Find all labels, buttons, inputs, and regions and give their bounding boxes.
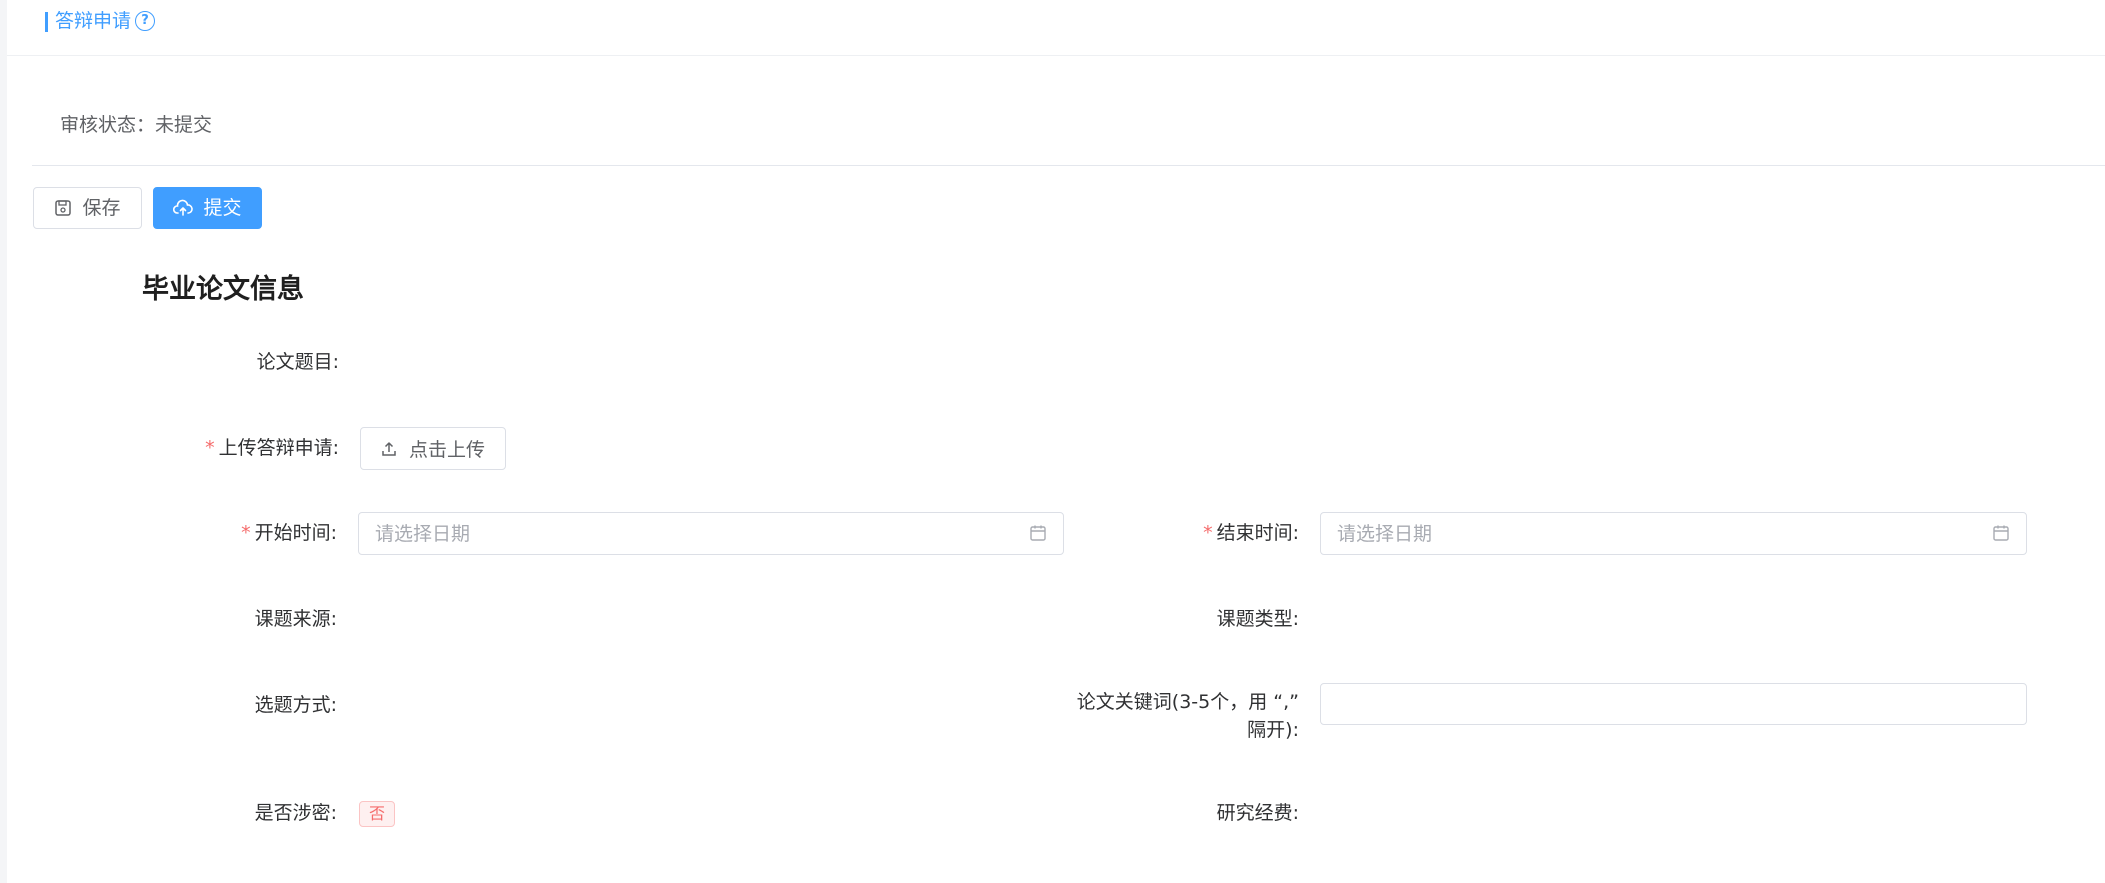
question-circle-icon[interactable]: ? bbox=[135, 11, 155, 31]
keywords-label: 论文关键词(3-5个，用 “,” 隔开): bbox=[1017, 688, 1299, 744]
required-mark: * bbox=[205, 437, 215, 459]
upload-cloud-icon bbox=[173, 199, 194, 216]
save-icon bbox=[55, 200, 72, 216]
keywords-label-line2: 隔开): bbox=[1247, 719, 1299, 741]
upload-icon bbox=[382, 441, 396, 456]
research-funding-label: 研究经费: bbox=[1216, 802, 1299, 824]
submit-button[interactable]: 提交 bbox=[153, 187, 262, 229]
page-header: 答辩申请 ? bbox=[7, 0, 2105, 56]
upload-label-text: 上传答辩申请: bbox=[218, 437, 339, 459]
end-date-placeholder: 请选择日期 bbox=[1337, 523, 1433, 545]
topic-source-label: 课题来源: bbox=[254, 608, 337, 630]
confidential-tag: 否 bbox=[359, 801, 395, 827]
start-time-label-text: 开始时间: bbox=[254, 522, 337, 544]
keywords-label-line1: 论文关键词(3-5个，用 “,” bbox=[1076, 691, 1299, 713]
thesis-title-label: 论文题目: bbox=[256, 351, 339, 373]
topic-type-label: 课题类型: bbox=[1216, 608, 1299, 630]
end-time-label: * 结束时间: bbox=[1157, 520, 1299, 546]
end-time-label-text: 结束时间: bbox=[1216, 522, 1299, 544]
upload-button-label: 点击上传 bbox=[408, 439, 485, 461]
save-button-label: 保存 bbox=[82, 197, 121, 219]
selection-method-label: 选题方式: bbox=[254, 694, 337, 716]
section-title: 毕业论文信息 bbox=[142, 274, 304, 305]
save-button[interactable]: 保存 bbox=[33, 187, 142, 229]
end-date-picker[interactable]: 请选择日期 bbox=[1320, 512, 2027, 555]
confidential-label: 是否涉密: bbox=[254, 802, 337, 824]
start-date-placeholder: 请选择日期 bbox=[375, 523, 471, 545]
upload-button[interactable]: 点击上传 bbox=[360, 427, 506, 470]
start-time-label: * 开始时间: bbox=[197, 520, 337, 546]
required-mark: * bbox=[241, 522, 251, 544]
start-date-picker[interactable]: 请选择日期 bbox=[358, 512, 1064, 555]
header-accent-bar bbox=[45, 12, 48, 32]
required-mark: * bbox=[1203, 522, 1213, 544]
calendar-icon bbox=[1030, 525, 1046, 541]
page-title: 答辩申请 bbox=[55, 10, 132, 32]
divider bbox=[32, 165, 2105, 166]
upload-label: * 上传答辩申请: bbox=[167, 435, 339, 461]
review-status: 审核状态：未提交 bbox=[60, 114, 213, 136]
page-card: 答辩申请 ? 审核状态：未提交 保存 提交 毕业论文信息 论文题目: * 上传答辩… bbox=[7, 0, 2105, 883]
keywords-input[interactable] bbox=[1320, 683, 2027, 725]
calendar-icon bbox=[1993, 525, 2009, 541]
submit-button-label: 提交 bbox=[203, 197, 242, 219]
